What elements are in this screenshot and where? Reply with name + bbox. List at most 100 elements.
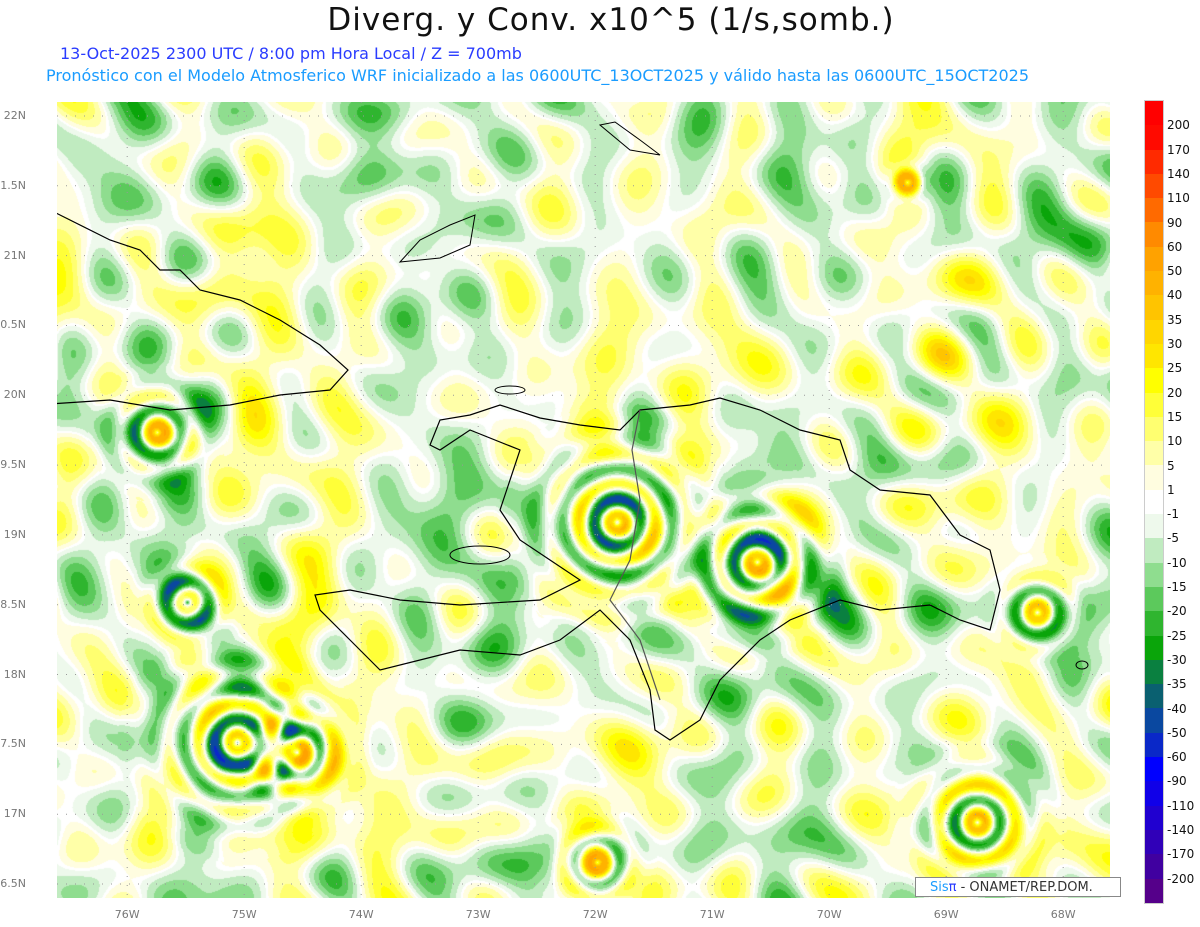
cuba-coastline xyxy=(57,212,349,411)
lat-tick-label: 19N xyxy=(3,527,26,541)
colorbar-label: 15 xyxy=(1167,409,1183,424)
lat-tick-label: 7.5N xyxy=(0,737,26,751)
colorbar-label: -110 xyxy=(1167,798,1195,813)
lat-tick-label: 1.5N xyxy=(0,178,26,192)
model-info-subtitle: Pronóstico con el Modelo Atmosferico WRF… xyxy=(46,66,1030,85)
lat-tick-label: 22N xyxy=(3,108,26,122)
colorbar-swatch xyxy=(1145,732,1163,758)
caicos-islands xyxy=(398,214,476,263)
haiti-dr-border xyxy=(609,409,661,701)
colorbar-swatch xyxy=(1145,586,1163,612)
tortuga-island xyxy=(494,385,526,395)
lon-tick-label: 73W xyxy=(465,908,491,921)
gonave-island xyxy=(449,545,511,565)
sispi-onamet-logo: Sisπ - ONAMET/REP.DOM. xyxy=(915,877,1121,897)
map-overlay xyxy=(57,102,1110,898)
colorbar-label: 35 xyxy=(1167,312,1183,327)
lat-tick-label: 8.5N xyxy=(0,597,26,611)
colorbar-label: -15 xyxy=(1167,580,1187,595)
colorbar-swatch xyxy=(1145,416,1163,442)
colorbar-label: -90 xyxy=(1167,774,1187,789)
colorbar-swatch xyxy=(1145,829,1163,855)
lat-tick-label: 0.5N xyxy=(0,318,26,332)
colorbar-swatch xyxy=(1145,198,1163,223)
colorbar-label: 50 xyxy=(1167,264,1183,279)
lon-tick-label: 72W xyxy=(582,908,608,921)
colorbar-swatch xyxy=(1145,222,1163,247)
colorbar-label: -170 xyxy=(1167,847,1195,862)
colorbar-swatch xyxy=(1145,489,1163,515)
colorbar-swatch xyxy=(1145,173,1163,199)
lat-tick-label: 6.5N xyxy=(0,877,26,891)
logo-sis: Sis xyxy=(930,880,949,895)
colorbar-label: -140 xyxy=(1167,823,1195,838)
lon-tick-label: 75W xyxy=(231,908,257,921)
colorbar-label: -10 xyxy=(1167,555,1187,570)
colorbar-label: -35 xyxy=(1167,677,1187,692)
lon-tick-label: 74W xyxy=(348,908,374,921)
colorbar-swatch xyxy=(1145,319,1163,344)
mona-island xyxy=(1075,660,1089,670)
colorbar-swatch xyxy=(1145,611,1163,636)
colorbar-label: -200 xyxy=(1167,871,1195,886)
colorbar-label: 170 xyxy=(1167,142,1190,157)
lat-tick-label: 21N xyxy=(3,248,26,262)
lon-tick-label: 70W xyxy=(816,908,842,921)
lon-tick-label: 76W xyxy=(114,908,140,921)
lat-tick-label: 20N xyxy=(3,388,26,402)
colorbar-swatch xyxy=(1145,441,1163,466)
colorbar-swatch xyxy=(1145,659,1163,685)
inagua-island xyxy=(598,121,661,156)
colorbar-label: 5 xyxy=(1167,458,1175,473)
colorbar-swatch xyxy=(1145,343,1163,369)
colorbar-label: -1 xyxy=(1167,507,1179,522)
colorbar-label: 140 xyxy=(1167,166,1190,181)
colorbar-label: -50 xyxy=(1167,725,1187,740)
colorbar-label: 90 xyxy=(1167,215,1183,230)
lon-tick-label: 69W xyxy=(933,908,959,921)
colorbar-swatch xyxy=(1145,878,1163,903)
colorbar-label: -20 xyxy=(1167,604,1187,619)
chart-title: Diverg. y Conv. x10^5 (1/s,somb.) xyxy=(327,2,895,38)
colorbar-swatch xyxy=(1145,368,1163,393)
colorbar-swatch xyxy=(1145,805,1163,830)
colorbar-swatch xyxy=(1145,562,1163,587)
colorbar-swatch xyxy=(1145,757,1163,782)
colorbar-label: -25 xyxy=(1167,628,1187,643)
colorbar xyxy=(1144,100,1164,904)
colorbar-swatch xyxy=(1145,854,1163,879)
colorbar-label: 30 xyxy=(1167,337,1183,352)
colorbar-swatch xyxy=(1145,684,1163,709)
colorbar-swatch xyxy=(1145,101,1163,126)
colorbar-label: 60 xyxy=(1167,239,1183,254)
colorbar-swatch xyxy=(1145,246,1163,272)
colorbar-swatch xyxy=(1145,149,1163,174)
lat-tick-label: 9.5N xyxy=(0,458,26,472)
logo-text: - ONAMET/REP.DOM. xyxy=(956,880,1093,895)
colorbar-swatch xyxy=(1145,635,1163,660)
colorbar-label: -60 xyxy=(1167,750,1187,765)
valid-time-subtitle: 13-Oct-2025 2300 UTC / 8:00 pm Hora Loca… xyxy=(60,44,522,63)
colorbar-label: 20 xyxy=(1167,385,1183,400)
colorbar-label: 1 xyxy=(1167,482,1175,497)
colorbar-label: 25 xyxy=(1167,361,1183,376)
colorbar-label: -5 xyxy=(1167,531,1179,546)
colorbar-swatch xyxy=(1145,271,1163,296)
colorbar-label: 40 xyxy=(1167,288,1183,303)
colorbar-swatch xyxy=(1145,125,1163,150)
colorbar-swatch xyxy=(1145,781,1163,806)
colorbar-label: -40 xyxy=(1167,701,1187,716)
lon-tick-label: 68W xyxy=(1050,908,1076,921)
colorbar-swatch xyxy=(1145,465,1163,490)
lat-tick-label: 17N xyxy=(3,807,26,821)
colorbar-swatch xyxy=(1145,392,1163,417)
lon-tick-label: 71W xyxy=(699,908,725,921)
colorbar-label: -30 xyxy=(1167,652,1187,667)
colorbar-label: 110 xyxy=(1167,191,1190,206)
colorbar-label: 10 xyxy=(1167,434,1183,449)
colorbar-swatch xyxy=(1145,538,1163,563)
colorbar-label: 200 xyxy=(1167,118,1190,133)
hispaniola-coastline xyxy=(314,397,1001,741)
colorbar-swatch xyxy=(1145,295,1163,320)
divergence-map xyxy=(57,102,1110,898)
